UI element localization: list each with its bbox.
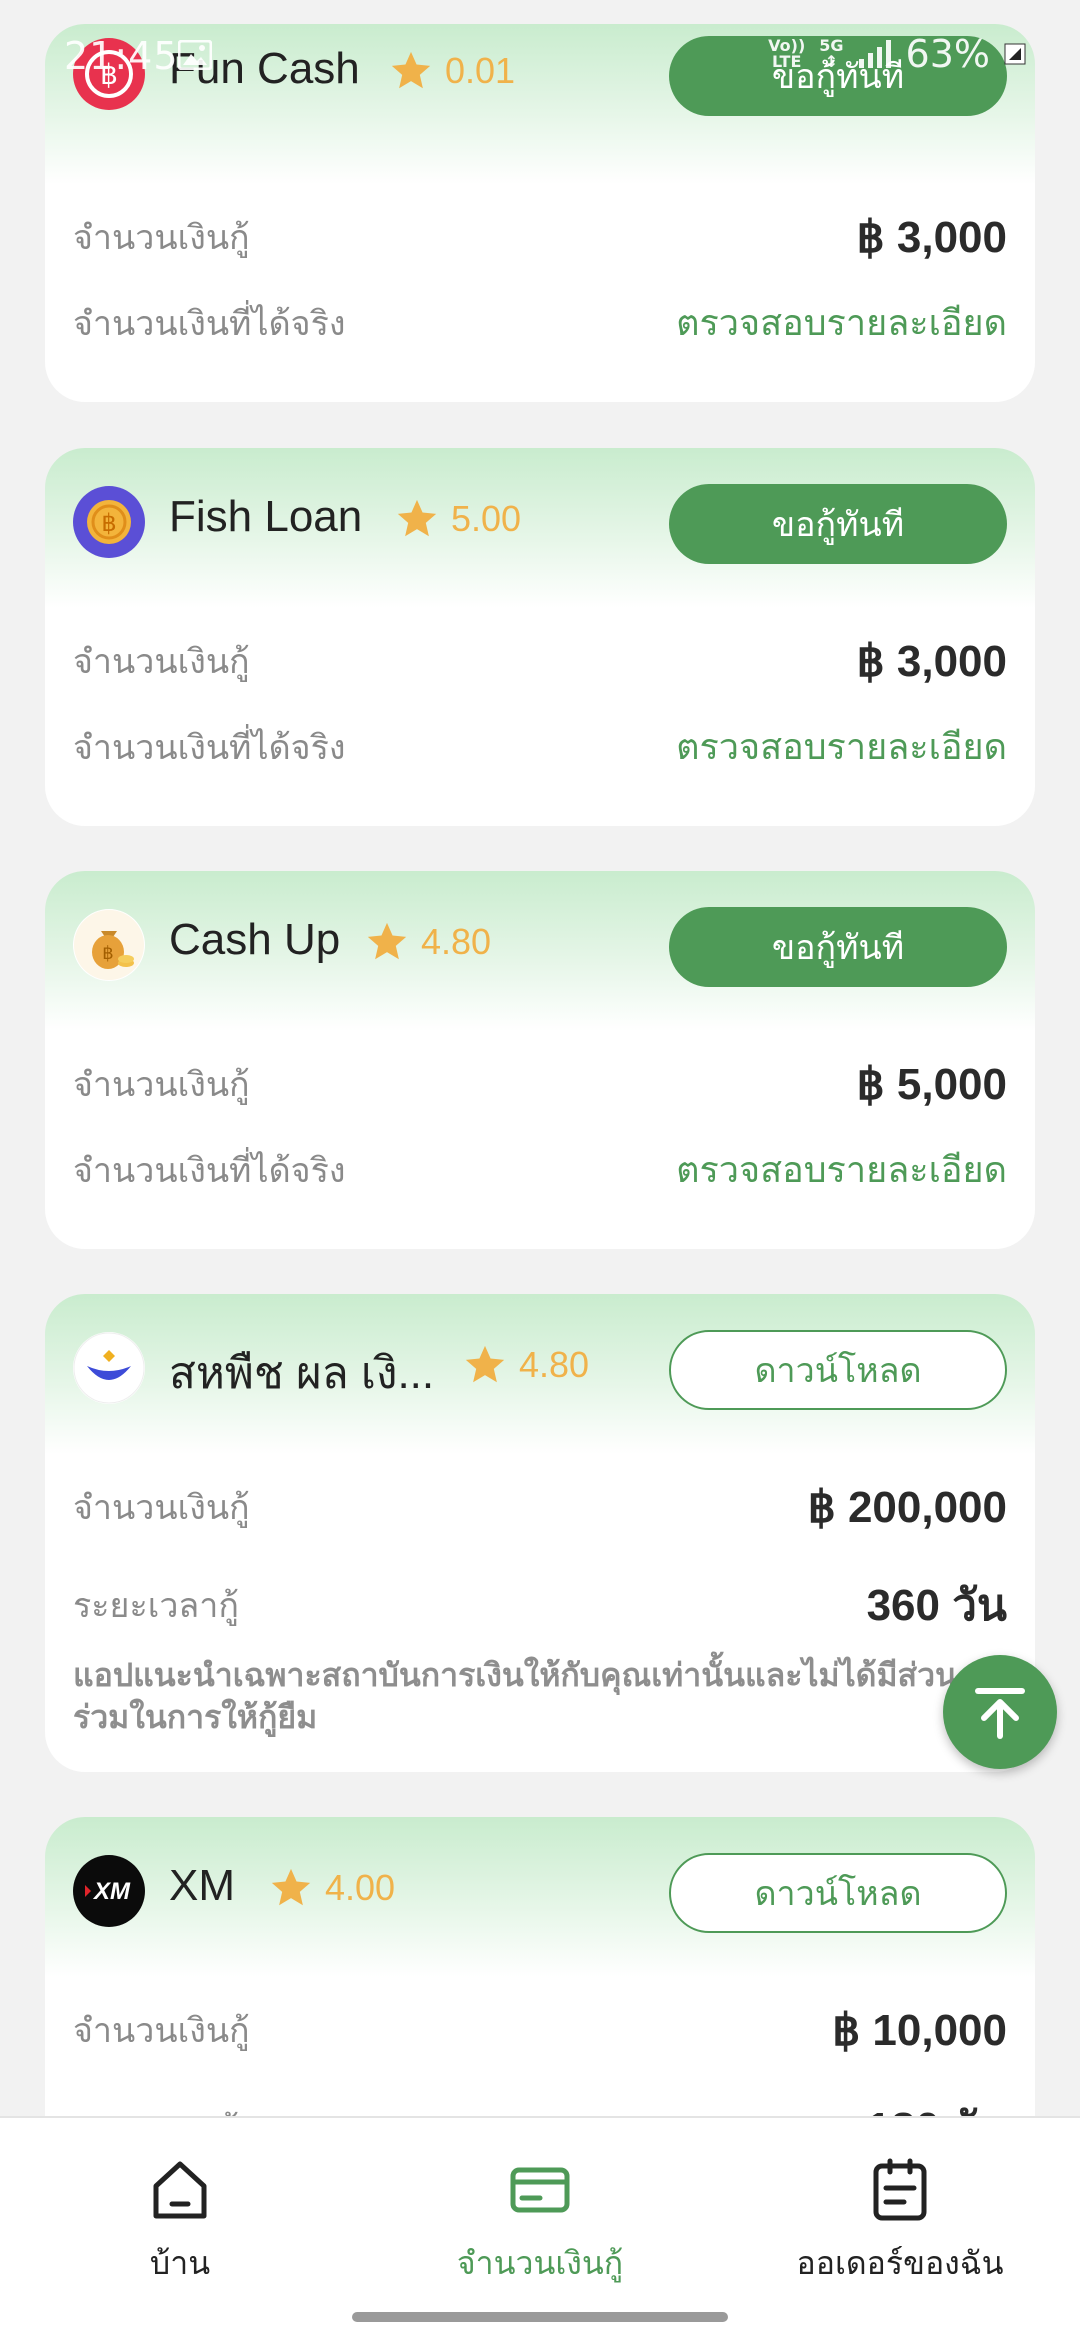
loan-card: สหพืช ผล เงิ... 4.80 ดาวน์โหลด จำนวนเงิน… bbox=[45, 1294, 1035, 1772]
svg-text:฿: ฿ bbox=[102, 943, 113, 964]
rating: 4.00 bbox=[267, 1865, 395, 1911]
signal-icon bbox=[858, 40, 891, 68]
status-right: Vo)) LTE 5G ↕ 63% bbox=[768, 32, 1026, 76]
app-name: XM bbox=[169, 1861, 235, 1910]
star-icon bbox=[271, 1868, 311, 1906]
status-bar: 21:45 Vo)) LTE 5G ↕ 63% bbox=[0, 0, 1080, 110]
app-name: สหพืช ผล เงิ... bbox=[169, 1349, 435, 1398]
volte-icon: Vo)) LTE bbox=[768, 36, 806, 71]
loan-card: ฿ Fish Loan 5.00 ขอกู้ทันที จำนวนเงินกู้… bbox=[45, 448, 1035, 826]
rating: 5.00 bbox=[393, 496, 521, 542]
loan-amount-row: จำนวนเงินกู้ ฿ 10,000 bbox=[73, 2005, 1007, 2055]
card-icon bbox=[510, 2167, 570, 2213]
loan-amount-row: จำนวนเงินกู้ ฿ 200,000 bbox=[73, 1482, 1007, 1532]
card-header: XM XM 4.00 ดาวน์โหลด bbox=[45, 1817, 1035, 1967]
status-time: 21:45 bbox=[64, 34, 179, 78]
star-icon bbox=[397, 499, 437, 537]
app-name: Cash Up bbox=[169, 915, 341, 964]
nav-item-home[interactable]: บ้าน bbox=[100, 2158, 260, 2289]
nav-item-loan-amount[interactable]: จำนวนเงินกู้ bbox=[440, 2158, 640, 2289]
actual-amount-row: จำนวนเงินที่ได้จริง ตรวจสอบรายละเอียด bbox=[73, 1141, 1007, 1198]
loan-amount-row: จำนวนเงินกู้ ฿ 3,000 bbox=[73, 636, 1007, 686]
scroll-to-top-button[interactable] bbox=[943, 1655, 1057, 1769]
battery-text: 63% bbox=[905, 32, 990, 76]
download-button[interactable]: ดาวน์โหลด bbox=[669, 1853, 1007, 1933]
loan-amount-row: จำนวนเงินกู้ ฿ 5,000 bbox=[73, 1059, 1007, 1109]
details-link[interactable]: ตรวจสอบรายละเอียด bbox=[676, 718, 1007, 775]
disclaimer-text: แอปแนะนำเฉพาะสถาบันการเงินให้กับคุณเท่าน… bbox=[73, 1656, 957, 1736]
actual-amount-row: จำนวนเงินที่ได้จริง ตรวจสอบรายละเอียด bbox=[73, 294, 1007, 351]
money-bag-icon: ฿ bbox=[73, 909, 145, 981]
app-name: Fish Loan bbox=[169, 492, 363, 541]
card-header: ฿ Cash Up 4.80 ขอกู้ทันที bbox=[45, 871, 1035, 1021]
screen: 21:45 Vo)) LTE 5G ↕ 63% ฿ Fun Cash 0.01 … bbox=[0, 0, 1080, 2340]
image-notification-icon bbox=[178, 40, 212, 70]
loan-amount-row: จำนวนเงินกู้ ฿ 3,000 bbox=[73, 212, 1007, 262]
nav-item-my-orders[interactable]: ออเดอร์ของฉัน bbox=[790, 2158, 1010, 2289]
details-link[interactable]: ตรวจสอบรายละเอียด bbox=[676, 294, 1007, 351]
baht-coin-icon: ฿ bbox=[73, 486, 145, 558]
svg-text:฿: ฿ bbox=[101, 509, 116, 537]
apply-now-button[interactable]: ขอกู้ทันที bbox=[669, 907, 1007, 987]
rating: 4.80 bbox=[363, 919, 491, 965]
bowl-diamond-icon bbox=[73, 1332, 145, 1404]
svg-text:XM: XM bbox=[92, 1878, 131, 1905]
card-header: สหพืช ผล เงิ... 4.80 ดาวน์โหลด bbox=[45, 1294, 1035, 1444]
star-icon bbox=[465, 1345, 505, 1383]
details-link[interactable]: ตรวจสอบรายละเอียด bbox=[676, 1141, 1007, 1198]
home-indicator bbox=[352, 2312, 728, 2322]
apply-now-button[interactable]: ขอกู้ทันที bbox=[669, 484, 1007, 564]
xm-logo: XM bbox=[73, 1855, 145, 1927]
bottom-nav: บ้าน จำนวนเงินกู้ ออเดอร์ของฉัน bbox=[0, 2116, 1080, 2340]
home-icon bbox=[153, 2161, 207, 2219]
actual-amount-row: จำนวนเงินที่ได้จริง ตรวจสอบรายละเอียด bbox=[73, 718, 1007, 775]
arrow-up-icon bbox=[975, 1688, 1025, 1739]
fiveg-icon: 5G ↕ bbox=[819, 36, 844, 71]
battery-icon bbox=[1004, 43, 1026, 65]
clipboard-icon bbox=[873, 2158, 927, 2221]
rating: 4.80 bbox=[461, 1342, 589, 1388]
download-button[interactable]: ดาวน์โหลด bbox=[669, 1330, 1007, 1410]
card-header: ฿ Fish Loan 5.00 ขอกู้ทันที bbox=[45, 448, 1035, 598]
star-icon bbox=[367, 922, 407, 960]
loan-term-row: ระยะเวลากู้ 360 วัน bbox=[73, 1581, 1007, 1630]
loan-card: ฿ Cash Up 4.80 ขอกู้ทันที จำนวนเงินกู้ ฿… bbox=[45, 871, 1035, 1249]
